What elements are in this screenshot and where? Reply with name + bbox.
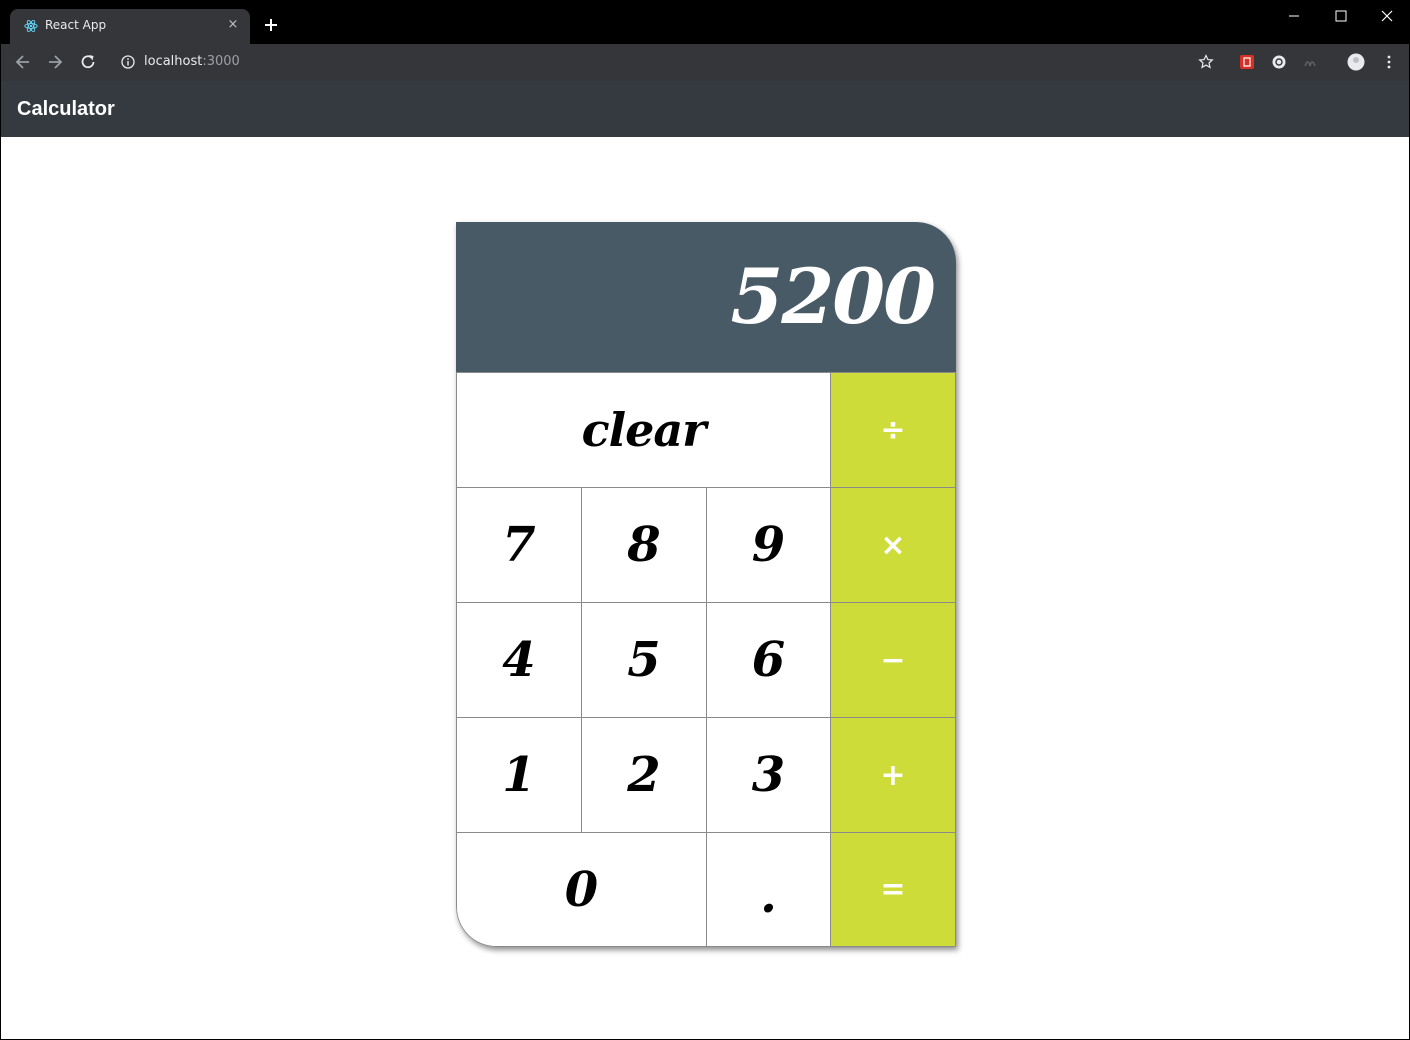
forward-icon[interactable]: [45, 52, 65, 72]
tab-strip: React App ×: [1, 1, 1409, 44]
browser-window: React App × localhost:3000 Calculator 52…: [0, 0, 1410, 1040]
calculator-display: 5200: [456, 222, 956, 372]
digit-0-button[interactable]: 0: [456, 832, 707, 947]
display-value: 5200: [730, 252, 936, 341]
url-text: localhost:3000: [144, 54, 240, 69]
navbar-brand[interactable]: Calculator: [17, 98, 115, 121]
tab-close-icon[interactable]: ×: [224, 16, 242, 34]
digit-6-button[interactable]: 6: [706, 602, 831, 718]
add-button[interactable]: +: [830, 717, 956, 833]
digit-5-button[interactable]: 5: [581, 602, 707, 718]
digit-8-button[interactable]: 8: [581, 487, 707, 603]
digit-4-button[interactable]: 4: [456, 602, 582, 718]
extension-icon-3[interactable]: [1303, 54, 1319, 70]
subtract-button[interactable]: −: [830, 602, 956, 718]
bookmark-star-icon[interactable]: [1198, 54, 1214, 70]
digit-2-button[interactable]: 2: [581, 717, 707, 833]
browser-menu-icon[interactable]: [1381, 54, 1397, 70]
react-logo-icon: [24, 20, 38, 32]
back-icon[interactable]: [13, 52, 33, 72]
clear-button[interactable]: clear: [456, 372, 831, 488]
equals-button[interactable]: =: [830, 832, 956, 947]
calculator: 5200 clear ÷ 7 8 9 × 4 5 6 − 1 2 3 + 0 .…: [456, 222, 956, 947]
extension-icon[interactable]: [1239, 54, 1255, 70]
reload-icon[interactable]: [78, 52, 98, 72]
url-host: localhost: [144, 54, 203, 69]
digit-7-button[interactable]: 7: [456, 487, 582, 603]
close-window-icon[interactable]: [1363, 1, 1409, 31]
digit-1-button[interactable]: 1: [456, 717, 582, 833]
browser-tab[interactable]: React App ×: [10, 9, 250, 44]
site-info-icon[interactable]: [121, 55, 135, 69]
multiply-button[interactable]: ×: [830, 487, 956, 603]
profile-avatar-icon[interactable]: [1347, 53, 1365, 71]
extension-icon-2[interactable]: [1271, 54, 1287, 70]
url-port: :3000: [202, 54, 240, 69]
digit-3-button[interactable]: 3: [706, 717, 831, 833]
app-navbar: Calculator: [1, 81, 1409, 137]
new-tab-icon[interactable]: [261, 15, 281, 35]
browser-toolbar: localhost:3000: [1, 44, 1409, 81]
minimize-icon[interactable]: [1271, 1, 1317, 31]
address-bar[interactable]: localhost:3000: [109, 48, 1224, 77]
tab-title: React App: [45, 18, 107, 32]
maximize-icon[interactable]: [1317, 1, 1363, 31]
divide-button[interactable]: ÷: [830, 372, 956, 488]
decimal-button[interactable]: .: [706, 832, 831, 947]
digit-9-button[interactable]: 9: [706, 487, 831, 603]
